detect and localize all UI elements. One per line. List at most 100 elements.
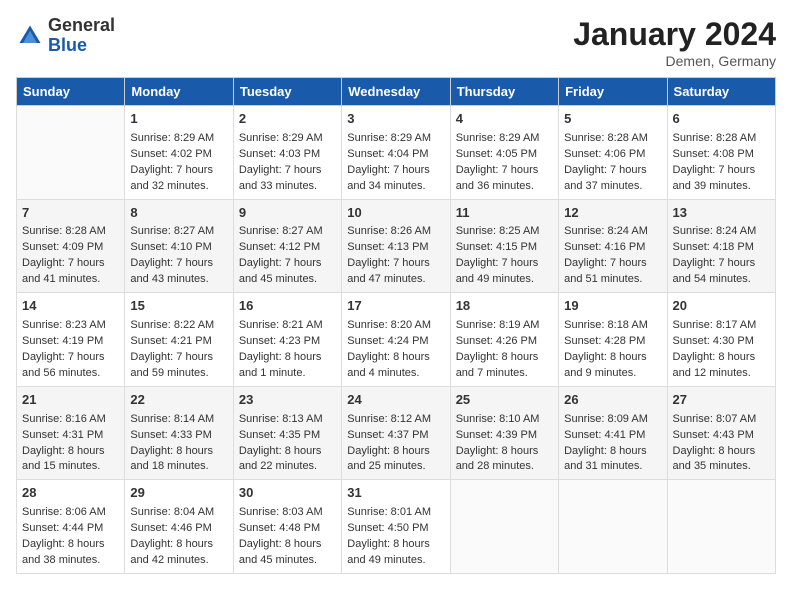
day-number: 1 [130, 110, 227, 129]
sunrise-text: Sunrise: 8:04 AM [130, 506, 214, 518]
calendar-cell: 20Sunrise: 8:17 AMSunset: 4:30 PMDayligh… [667, 293, 775, 387]
day-number: 15 [130, 297, 227, 316]
calendar-cell: 14 Sunrise: 8:23 AM Sunset: 4:19 PM Dayligh… [17, 293, 125, 387]
calendar-cell [17, 106, 125, 200]
day-number: 18 [456, 297, 553, 316]
calendar-cell: 27Sunrise: 8:07 AMSunset: 4:43 PMDayligh… [667, 386, 775, 480]
calendar-cell: 15Sunrise: 8:22 AMSunset: 4:21 PMDayligh… [125, 293, 233, 387]
sunrise-text: Sunrise: 8:06 AM [22, 506, 106, 518]
logo: General Blue [16, 16, 115, 56]
daylight-text: Daylight: 7 hours and 51 minutes. [564, 257, 647, 285]
daylight-text: Daylight: 8 hours and 22 minutes. [239, 445, 322, 473]
sunrise-text: Sunrise: 8:24 AM [673, 225, 757, 237]
day-number: 12 [564, 204, 661, 223]
day-header-saturday: Saturday [667, 78, 775, 106]
daylight-text: Daylight: 7 hours and 32 minutes. [130, 164, 213, 192]
sunrise-text: Sunrise: 8:22 AM [130, 319, 214, 331]
sunset-text: Sunset: 4:12 PM [239, 241, 320, 253]
calendar-cell: 17Sunrise: 8:20 AMSunset: 4:24 PMDayligh… [342, 293, 450, 387]
daylight-text: Daylight: 7 hours and 49 minutes. [456, 257, 539, 285]
day-header-wednesday: Wednesday [342, 78, 450, 106]
daylight-text: Daylight: 7 hours and 37 minutes. [564, 164, 647, 192]
sunrise-text: Sunrise: 8:03 AM [239, 506, 323, 518]
calendar-cell: 19Sunrise: 8:18 AMSunset: 4:28 PMDayligh… [559, 293, 667, 387]
sunset-text: Sunset: 4:10 PM [130, 241, 211, 253]
sunrise-text: Sunrise: 8:16 AM [22, 413, 106, 425]
daylight-text: Daylight: 7 hours and 56 minutes. [22, 351, 105, 379]
daylight-text: Daylight: 8 hours and 25 minutes. [347, 445, 430, 473]
sunset-text: Sunset: 4:50 PM [347, 522, 428, 534]
daylight-text: Daylight: 8 hours and 42 minutes. [130, 538, 213, 566]
daylight-text: Daylight: 7 hours and 39 minutes. [673, 164, 756, 192]
day-number: 26 [564, 391, 661, 410]
day-number: 28 [22, 484, 119, 503]
day-number: 21 [22, 391, 119, 410]
daylight-text: Daylight: 7 hours and 45 minutes. [239, 257, 322, 285]
day-number: 16 [239, 297, 336, 316]
sunrise-text: Sunrise: 8:28 AM [673, 132, 757, 144]
calendar-cell: 28 Sunrise: 8:06 AM Sunset: 4:44 PM Dayligh… [17, 480, 125, 574]
sunrise-text: Sunrise: 8:23 AM [22, 319, 106, 331]
calendar-cell: 4Sunrise: 8:29 AMSunset: 4:05 PMDaylight… [450, 106, 558, 200]
sunset-text: Sunset: 4:05 PM [456, 148, 537, 160]
sunset-text: Sunset: 4:03 PM [239, 148, 320, 160]
calendar-cell [667, 480, 775, 574]
calendar-cell: 22Sunrise: 8:14 AMSunset: 4:33 PMDayligh… [125, 386, 233, 480]
sunrise-text: Sunrise: 8:24 AM [564, 225, 648, 237]
calendar-cell: 31Sunrise: 8:01 AMSunset: 4:50 PMDayligh… [342, 480, 450, 574]
daylight-text: Daylight: 7 hours and 33 minutes. [239, 164, 322, 192]
calendar-cell: 23Sunrise: 8:13 AMSunset: 4:35 PMDayligh… [233, 386, 341, 480]
sunrise-text: Sunrise: 8:28 AM [564, 132, 648, 144]
calendar-cell [559, 480, 667, 574]
sunset-text: Sunset: 4:16 PM [564, 241, 645, 253]
day-header-thursday: Thursday [450, 78, 558, 106]
daylight-text: Daylight: 8 hours and 49 minutes. [347, 538, 430, 566]
calendar-cell: 3Sunrise: 8:29 AMSunset: 4:04 PMDaylight… [342, 106, 450, 200]
daylight-text: Daylight: 8 hours and 1 minute. [239, 351, 322, 379]
day-number: 11 [456, 204, 553, 223]
sunset-text: Sunset: 4:31 PM [22, 429, 103, 441]
sunset-text: Sunset: 4:41 PM [564, 429, 645, 441]
sunset-text: Sunset: 4:44 PM [22, 522, 103, 534]
sunrise-text: Sunrise: 8:29 AM [456, 132, 540, 144]
daylight-text: Daylight: 8 hours and 9 minutes. [564, 351, 647, 379]
day-number: 29 [130, 484, 227, 503]
sunset-text: Sunset: 4:35 PM [239, 429, 320, 441]
day-number: 8 [130, 204, 227, 223]
sunset-text: Sunset: 4:28 PM [564, 335, 645, 347]
sunset-text: Sunset: 4:02 PM [130, 148, 211, 160]
sunrise-text: Sunrise: 8:29 AM [347, 132, 431, 144]
sunrise-text: Sunrise: 8:27 AM [239, 225, 323, 237]
day-number: 4 [456, 110, 553, 129]
title-block: January 2024 Demen, Germany [573, 16, 776, 69]
sunrise-text: Sunrise: 8:26 AM [347, 225, 431, 237]
day-number: 5 [564, 110, 661, 129]
sunset-text: Sunset: 4:24 PM [347, 335, 428, 347]
daylight-text: Daylight: 8 hours and 38 minutes. [22, 538, 105, 566]
day-number: 14 [22, 297, 119, 316]
day-number: 19 [564, 297, 661, 316]
calendar-cell: 1Sunrise: 8:29 AMSunset: 4:02 PMDaylight… [125, 106, 233, 200]
sunset-text: Sunset: 4:48 PM [239, 522, 320, 534]
sunset-text: Sunset: 4:19 PM [22, 335, 103, 347]
page-header: General Blue January 2024 Demen, Germany [16, 16, 776, 69]
sunrise-text: Sunrise: 8:09 AM [564, 413, 648, 425]
day-number: 7 [22, 204, 119, 223]
calendar-table: SundayMondayTuesdayWednesdayThursdayFrid… [16, 77, 776, 574]
calendar-cell: 16Sunrise: 8:21 AMSunset: 4:23 PMDayligh… [233, 293, 341, 387]
daylight-text: Daylight: 8 hours and 31 minutes. [564, 445, 647, 473]
sunset-text: Sunset: 4:13 PM [347, 241, 428, 253]
day-header-tuesday: Tuesday [233, 78, 341, 106]
day-number: 31 [347, 484, 444, 503]
calendar-week-3: 14 Sunrise: 8:23 AM Sunset: 4:19 PM Dayligh… [17, 293, 776, 387]
day-number: 10 [347, 204, 444, 223]
daylight-text: Daylight: 8 hours and 18 minutes. [130, 445, 213, 473]
day-number: 27 [673, 391, 770, 410]
sunset-text: Sunset: 4:09 PM [22, 241, 103, 253]
daylight-text: Daylight: 7 hours and 43 minutes. [130, 257, 213, 285]
day-number: 17 [347, 297, 444, 316]
location: Demen, Germany [573, 53, 776, 69]
sunrise-text: Sunrise: 8:28 AM [22, 225, 106, 237]
calendar-cell: 2Sunrise: 8:29 AMSunset: 4:03 PMDaylight… [233, 106, 341, 200]
day-number: 25 [456, 391, 553, 410]
